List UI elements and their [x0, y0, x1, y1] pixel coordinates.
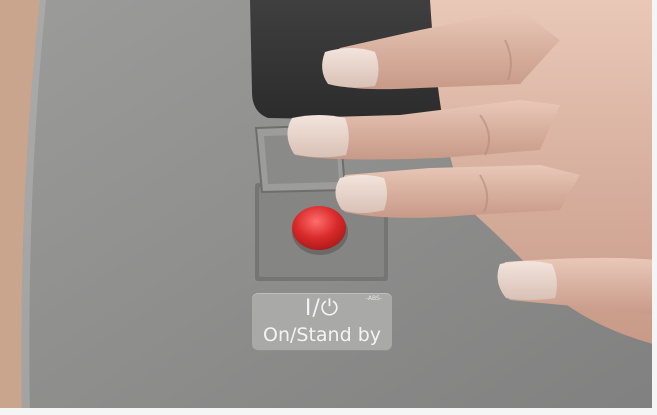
photo-svg	[0, 0, 657, 415]
device-photo: -ABS- I/⏻ On/Stand by	[0, 0, 657, 415]
fingernail-middle	[287, 115, 349, 158]
red-power-button	[292, 206, 346, 250]
power-symbol: I/⏻	[304, 296, 340, 321]
on-standby-text: On/Stand by	[263, 324, 381, 346]
fingernail-lower	[335, 175, 387, 213]
fingernail-top	[322, 48, 379, 88]
on-standby-label: -ABS- I/⏻ On/Stand by	[252, 293, 392, 351]
fingernail-bottom	[497, 261, 557, 300]
